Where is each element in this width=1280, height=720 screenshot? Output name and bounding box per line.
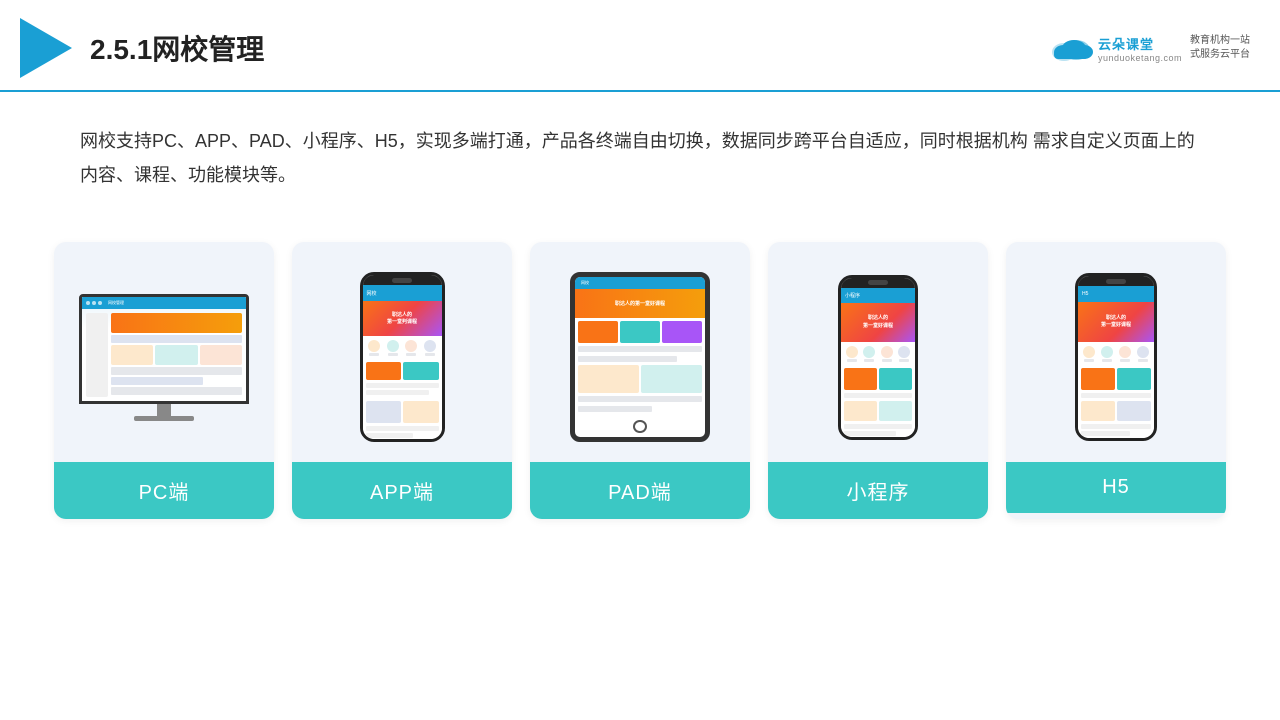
logo-icon (20, 18, 72, 78)
card-pc: 网校管理 (54, 242, 274, 519)
phone-mockup-miniapp: 小程序 职达人的第一堂好课程 (838, 275, 918, 440)
card-app: 网校 职达人的第一堂判课程 (292, 242, 512, 519)
cloud-icon (1048, 34, 1094, 62)
header-left: 2.5.1网校管理 (20, 18, 264, 78)
card-pc-label: PC端 (54, 462, 274, 519)
brand-tagline: 教育机构一站式服务云平台 (1190, 34, 1250, 62)
brand-name-text: 云朵课堂 yunduoketang.com (1098, 34, 1182, 63)
phone-mockup-h5: H5 职达人的第一堂好课程 (1075, 273, 1157, 441)
card-h5-label: H5 (1006, 462, 1226, 513)
tablet-mockup: 网校 职达人的第一堂好课程 (570, 272, 710, 442)
card-miniapp-image: 小程序 职达人的第一堂好课程 (768, 242, 988, 462)
platform-cards: 网校管理 (0, 222, 1280, 549)
card-miniapp: 小程序 职达人的第一堂好课程 (768, 242, 988, 519)
card-app-label: APP端 (292, 462, 512, 519)
description-text: 网校支持PC、APP、PAD、小程序、H5，实现多端打通，产品各终端自由切换，数… (0, 92, 1280, 212)
page-title: 2.5.1网校管理 (90, 28, 264, 68)
phone-frame-miniapp: 小程序 职达人的第一堂好课程 (838, 275, 918, 440)
pc-mockup: 网校管理 (79, 294, 249, 421)
page-header: 2.5.1网校管理 云朵课堂 yunduoketang.com 教育机 (0, 0, 1280, 92)
pc-screen: 网校管理 (79, 294, 249, 404)
card-miniapp-label: 小程序 (768, 462, 988, 519)
card-h5-image: H5 职达人的第一堂好课程 (1006, 242, 1226, 462)
tablet-frame: 网校 职达人的第一堂好课程 (570, 272, 710, 442)
card-h5: H5 职达人的第一堂好课程 (1006, 242, 1226, 519)
phone-frame-app: 网校 职达人的第一堂判课程 (360, 272, 445, 442)
brand-icon-row: 云朵课堂 yunduoketang.com (1048, 34, 1182, 63)
brand-logo: 云朵课堂 yunduoketang.com (1048, 34, 1182, 63)
card-pad: 网校 职达人的第一堂好课程 (530, 242, 750, 519)
card-pc-image: 网校管理 (54, 242, 274, 462)
phone-frame-h5: H5 职达人的第一堂好课程 (1075, 273, 1157, 441)
card-app-image: 网校 职达人的第一堂判课程 (292, 242, 512, 462)
card-pad-image: 网校 职达人的第一堂好课程 (530, 242, 750, 462)
phone-mockup-app: 网校 职达人的第一堂判课程 (360, 272, 445, 442)
header-right: 云朵课堂 yunduoketang.com 教育机构一站式服务云平台 (1048, 34, 1250, 63)
card-pad-label: PAD端 (530, 462, 750, 519)
